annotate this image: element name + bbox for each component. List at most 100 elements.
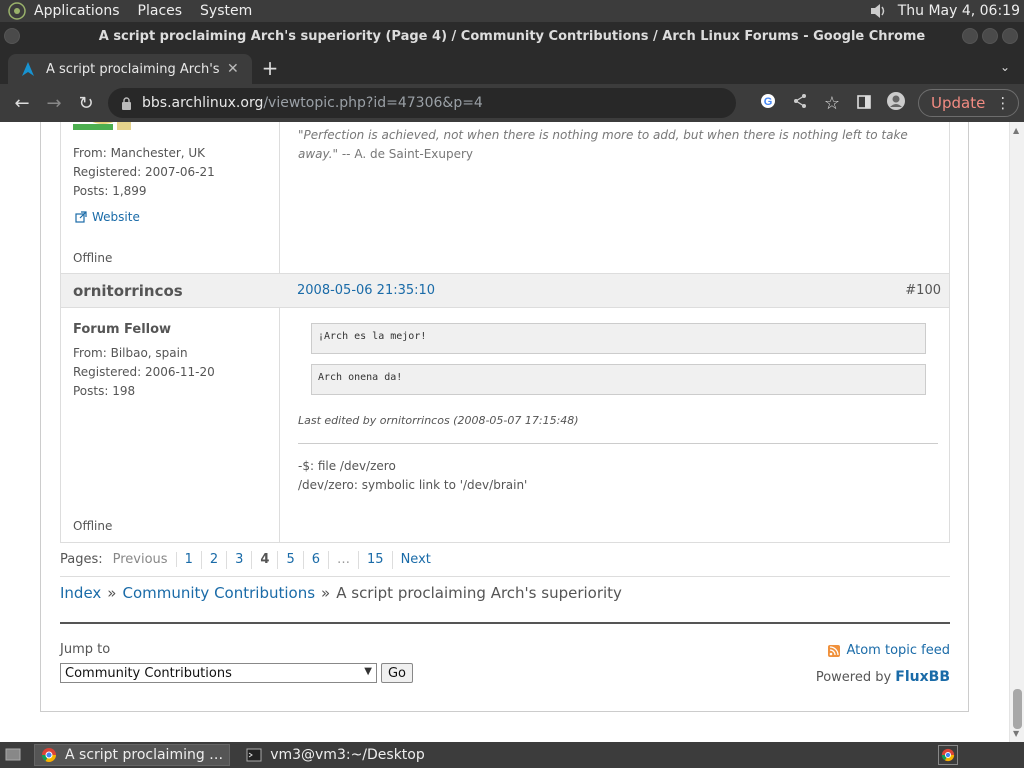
svg-text:G: G [764, 96, 773, 108]
pagination-label: Pages: [60, 552, 103, 567]
author-status: Offline [73, 519, 113, 533]
author-registered: Registered: 2006-11-20 [73, 365, 215, 379]
show-desktop-icon[interactable] [2, 744, 24, 766]
task-label: A script proclaiming … [65, 747, 224, 763]
lock-icon[interactable] [118, 96, 134, 110]
page-ellipsis: … [329, 550, 360, 569]
tab-strip: A script proclaiming Arch's superiority … [0, 50, 1024, 84]
toolbar-actions: G ☆ Update ⋮ [752, 84, 1020, 122]
scroll-up-icon[interactable]: ▲ [1013, 126, 1019, 135]
url-host: bbs.archlinux.org [142, 95, 264, 111]
scroll-thumb[interactable] [1013, 689, 1022, 729]
scroll-down-icon[interactable]: ▼ [1013, 729, 1019, 738]
volume-icon[interactable] [868, 2, 890, 20]
tab-title: A script proclaiming Arch's superiority … [46, 61, 221, 77]
close-window-button[interactable] [1002, 28, 1018, 44]
breadcrumb-index[interactable]: Index [60, 584, 101, 602]
external-link-icon [75, 211, 87, 223]
page-link-3[interactable]: 3 [227, 550, 253, 569]
breadcrumb-topic: A script proclaiming Arch's superiority [336, 584, 622, 602]
current-page: 4 [252, 550, 279, 569]
browser-toolbar: ← → ↻ bbs.archlinux.org/viewtopic.php?id… [0, 84, 1024, 122]
chevron-down-icon: ▼ [364, 666, 372, 677]
page-link-6[interactable]: 6 [304, 550, 330, 569]
side-panel-icon[interactable] [848, 93, 880, 114]
next-page-link[interactable]: Next [393, 551, 439, 569]
forum-container: From: Manchester, UK Registered: 2007-06… [40, 122, 969, 712]
menu-places[interactable]: Places [138, 3, 183, 19]
tab-active[interactable]: A script proclaiming Arch's superiority … [8, 54, 252, 84]
maximize-button[interactable] [982, 28, 998, 44]
clock[interactable]: Thu May 4, 06:19 [898, 3, 1020, 19]
panel-menu: Applications Places System [34, 3, 270, 19]
author-posts: Posts: 1,899 [73, 184, 147, 198]
powered-prefix: Powered by [815, 670, 896, 685]
atom-feed-label: Atom topic feed [846, 643, 950, 658]
fluxbb-link[interactable]: FluxBB [895, 669, 950, 685]
powered-by: Powered by FluxBB [816, 669, 950, 685]
tab-search-icon[interactable]: ⌄ [1000, 60, 1010, 74]
signature-line: -$: file /dev/zero [298, 459, 396, 473]
panel-tray: Thu May 4, 06:19 [868, 2, 1024, 20]
url-path: /viewtopic.php?id=47306&p=4 [263, 95, 483, 111]
signature-line: /dev/zero: symbolic link to '/dev/brain' [298, 478, 528, 492]
task-label: vm3@vm3:~/Desktop [270, 747, 425, 763]
page-link-2[interactable]: 2 [202, 550, 228, 569]
post-body: "Perfection is achieved, not when there … [279, 122, 951, 274]
minimize-button[interactable] [962, 28, 978, 44]
menu-applications[interactable]: Applications [34, 3, 120, 19]
atom-feed-link[interactable]: Atom topic feed [828, 643, 950, 658]
code-block: ¡Arch es la mejor! [311, 323, 926, 354]
post-author-info: From: Manchester, UK Registered: 2007-06… [61, 122, 279, 274]
footer-divider [60, 622, 950, 624]
window-menu-button[interactable] [4, 28, 20, 44]
top-panel: Applications Places System Thu May 4, 06… [0, 0, 1024, 22]
update-label: Update [931, 94, 986, 112]
new-tab-icon[interactable]: + [260, 58, 280, 78]
pagination: Pages: Previous 1 2 3 4 5 6 … 15 Next [60, 543, 950, 577]
task-chrome[interactable]: A script proclaiming … [34, 744, 231, 766]
tab-close-icon[interactable]: ✕ [227, 61, 239, 77]
page-link-15[interactable]: 15 [359, 550, 393, 569]
window-title-bar[interactable]: A script proclaiming Arch's superiority … [0, 22, 1024, 50]
terminal-icon [246, 747, 262, 763]
update-button[interactable]: Update ⋮ [918, 89, 1020, 117]
profile-icon[interactable] [880, 91, 912, 116]
star-icon[interactable]: ☆ [816, 93, 848, 114]
forward-icon[interactable]: → [38, 93, 70, 114]
jump-to-label: Jump to [60, 642, 111, 657]
share-icon[interactable] [784, 93, 816, 114]
breadcrumb-separator: » [107, 584, 117, 602]
post-header: ornitorrincos 2008-05-06 21:35:10 #100 [60, 273, 950, 308]
menu-icon[interactable]: ⋮ [995, 94, 1010, 112]
jump-to-select[interactable]: Community Contributions ▼ [60, 663, 377, 683]
google-icon[interactable]: G [752, 93, 784, 114]
page-scrollbar[interactable]: ▲ ▼ [1009, 122, 1024, 742]
signature: "Perfection is achieved, not when there … [298, 126, 918, 164]
breadcrumb-forum[interactable]: Community Contributions [122, 584, 315, 602]
arch-favicon-icon [20, 61, 36, 77]
website-label: Website [92, 210, 140, 224]
signature-divider [298, 443, 938, 444]
chrome-icon [41, 747, 57, 763]
go-button[interactable]: Go [381, 663, 413, 683]
back-icon[interactable]: ← [6, 93, 38, 114]
menu-system[interactable]: System [200, 3, 252, 19]
previous-page: Previous [113, 552, 177, 567]
rss-icon [828, 644, 841, 657]
task-terminal[interactable]: vm3@vm3:~/Desktop [240, 744, 431, 766]
post-number: #100 [905, 283, 941, 298]
author-from: From: Bilbao, spain [73, 346, 188, 360]
post-date[interactable]: 2008-05-06 21:35:10 [297, 283, 435, 298]
signature-author: -- A. de Saint-Exupery [338, 147, 474, 161]
tray-chrome-icon[interactable] [938, 745, 958, 765]
reload-icon[interactable]: ↻ [70, 93, 102, 114]
page-link-1[interactable]: 1 [177, 550, 202, 569]
post: From: Manchester, UK Registered: 2007-06… [60, 122, 950, 274]
address-bar[interactable]: bbs.archlinux.org/viewtopic.php?id=47306… [108, 88, 736, 118]
post-body: ¡Arch es la mejor! Arch onena da! Last e… [279, 308, 951, 543]
post-author[interactable]: ornitorrincos [73, 282, 183, 300]
website-link[interactable]: Website [75, 210, 140, 224]
gnome-foot-icon[interactable] [6, 0, 28, 22]
page-link-5[interactable]: 5 [278, 550, 304, 569]
